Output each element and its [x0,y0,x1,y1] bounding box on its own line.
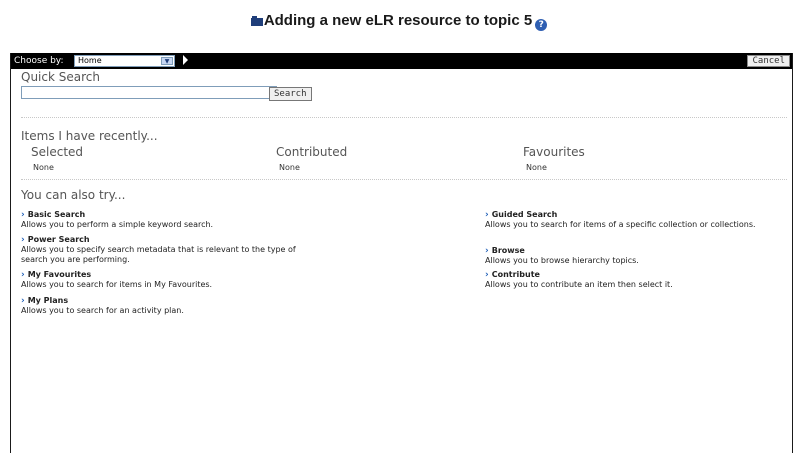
help-icon[interactable]: ? [535,19,548,31]
choose-by-value: Home [78,56,102,65]
basic-search-title[interactable]: › Basic Search [21,210,321,220]
guided-search-link[interactable]: › Guided Search Allows you to search for … [485,210,785,230]
chevron-right-icon: › [485,246,489,256]
my-favourites-link[interactable]: › My Favourites Allows you to search for … [21,270,321,290]
power-search-desc: Allows you to specify search metadata th… [21,245,296,264]
my-favourites-label[interactable]: My Favourites [28,270,91,279]
choose-by-label: Choose by: [14,56,64,66]
chevron-right-icon: › [21,296,25,306]
basic-search-label[interactable]: Basic Search [28,210,86,219]
quick-search-input[interactable] [21,86,277,99]
page-title-text: Adding a new eLR resource to topic 5 [263,12,533,29]
divider [21,117,787,118]
recent-items-heading: Items I have recently... [21,129,158,143]
basic-search-link[interactable]: › Basic Search Allows you to perform a si… [21,210,321,230]
guided-search-desc: Allows you to search for items of a spec… [485,220,756,229]
contribute-desc: Allows you to contribute an item then se… [485,280,673,289]
chevron-right-icon: › [485,210,489,220]
cancel-button[interactable]: Cancel [747,55,790,67]
browse-title[interactable]: › Browse [485,246,785,256]
my-plans-label[interactable]: My Plans [28,296,68,305]
contribute-link[interactable]: › Contribute Allows you to contribute an … [485,270,785,290]
my-plans-desc: Allows you to search for an activity pla… [21,306,184,315]
my-favourites-title[interactable]: › My Favourites [21,270,321,280]
browse-desc: Allows you to browse hierarchy topics. [485,256,639,265]
recent-favourites-label: Favourites [523,145,585,159]
chevron-right-icon: › [21,270,25,280]
power-search-title[interactable]: › Power Search [21,235,321,245]
search-button[interactable]: Search [269,87,312,101]
my-plans-link[interactable]: › My Plans Allows you to search for an ac… [21,296,321,316]
divider [21,179,787,180]
chevron-right-icon: › [21,235,25,245]
choose-by-select[interactable]: Home ▼ [74,55,175,67]
recent-contributed-value: None [279,163,300,172]
toolbar: Choose by: Home ▼ Cancel [11,53,792,69]
browse-label[interactable]: Browse [492,246,525,255]
recent-favourites-value: None [526,163,547,172]
guided-search-label[interactable]: Guided Search [492,210,558,219]
power-search-link[interactable]: › Power Search Allows you to specify sear… [21,235,321,265]
browse-link[interactable]: › Browse Allows you to browse hierarchy t… [485,246,785,266]
resource-selector-frame: Choose by: Home ▼ Cancel Quick Search Se… [10,53,793,453]
contribute-title[interactable]: › Contribute [485,270,785,280]
chevron-down-icon[interactable]: ▼ [161,57,173,65]
contribute-label[interactable]: Contribute [492,270,540,279]
power-search-label[interactable]: Power Search [28,235,90,244]
basic-search-desc: Allows you to perform a simple keyword s… [21,220,214,229]
chevron-right-icon: › [21,210,25,220]
guided-search-title[interactable]: › Guided Search [485,210,785,220]
recent-selected-label: Selected [31,145,84,159]
chevron-right-icon: › [485,270,489,280]
my-favourites-desc: Allows you to search for items in My Fav… [21,280,213,289]
folder-icon [250,16,263,26]
recent-selected-value: None [33,163,54,172]
quick-search-heading: Quick Search [21,70,100,84]
try-heading: You can also try... [21,188,126,202]
play-arrow-icon[interactable] [183,55,188,65]
recent-contributed-label: Contributed [276,145,348,159]
page-title: Adding a new eLR resource to topic 5? [0,12,798,31]
my-plans-title[interactable]: › My Plans [21,296,321,306]
